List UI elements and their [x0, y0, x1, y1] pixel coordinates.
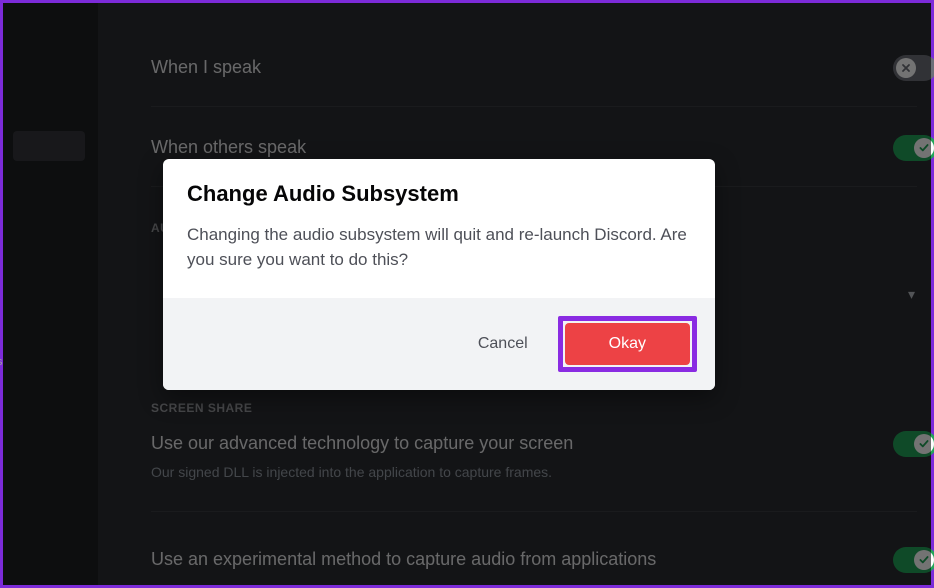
- modal-footer: Cancel Okay: [163, 298, 715, 390]
- cancel-button[interactable]: Cancel: [466, 327, 540, 361]
- modal-title: Change Audio Subsystem: [187, 181, 691, 207]
- modal-body: Change Audio Subsystem Changing the audi…: [163, 159, 715, 298]
- okay-button[interactable]: Okay: [565, 323, 690, 365]
- modal-text: Changing the audio subsystem will quit a…: [187, 223, 691, 272]
- modal-change-audio-subsystem: Change Audio Subsystem Changing the audi…: [163, 159, 715, 390]
- okay-button-highlight: Okay: [558, 316, 697, 372]
